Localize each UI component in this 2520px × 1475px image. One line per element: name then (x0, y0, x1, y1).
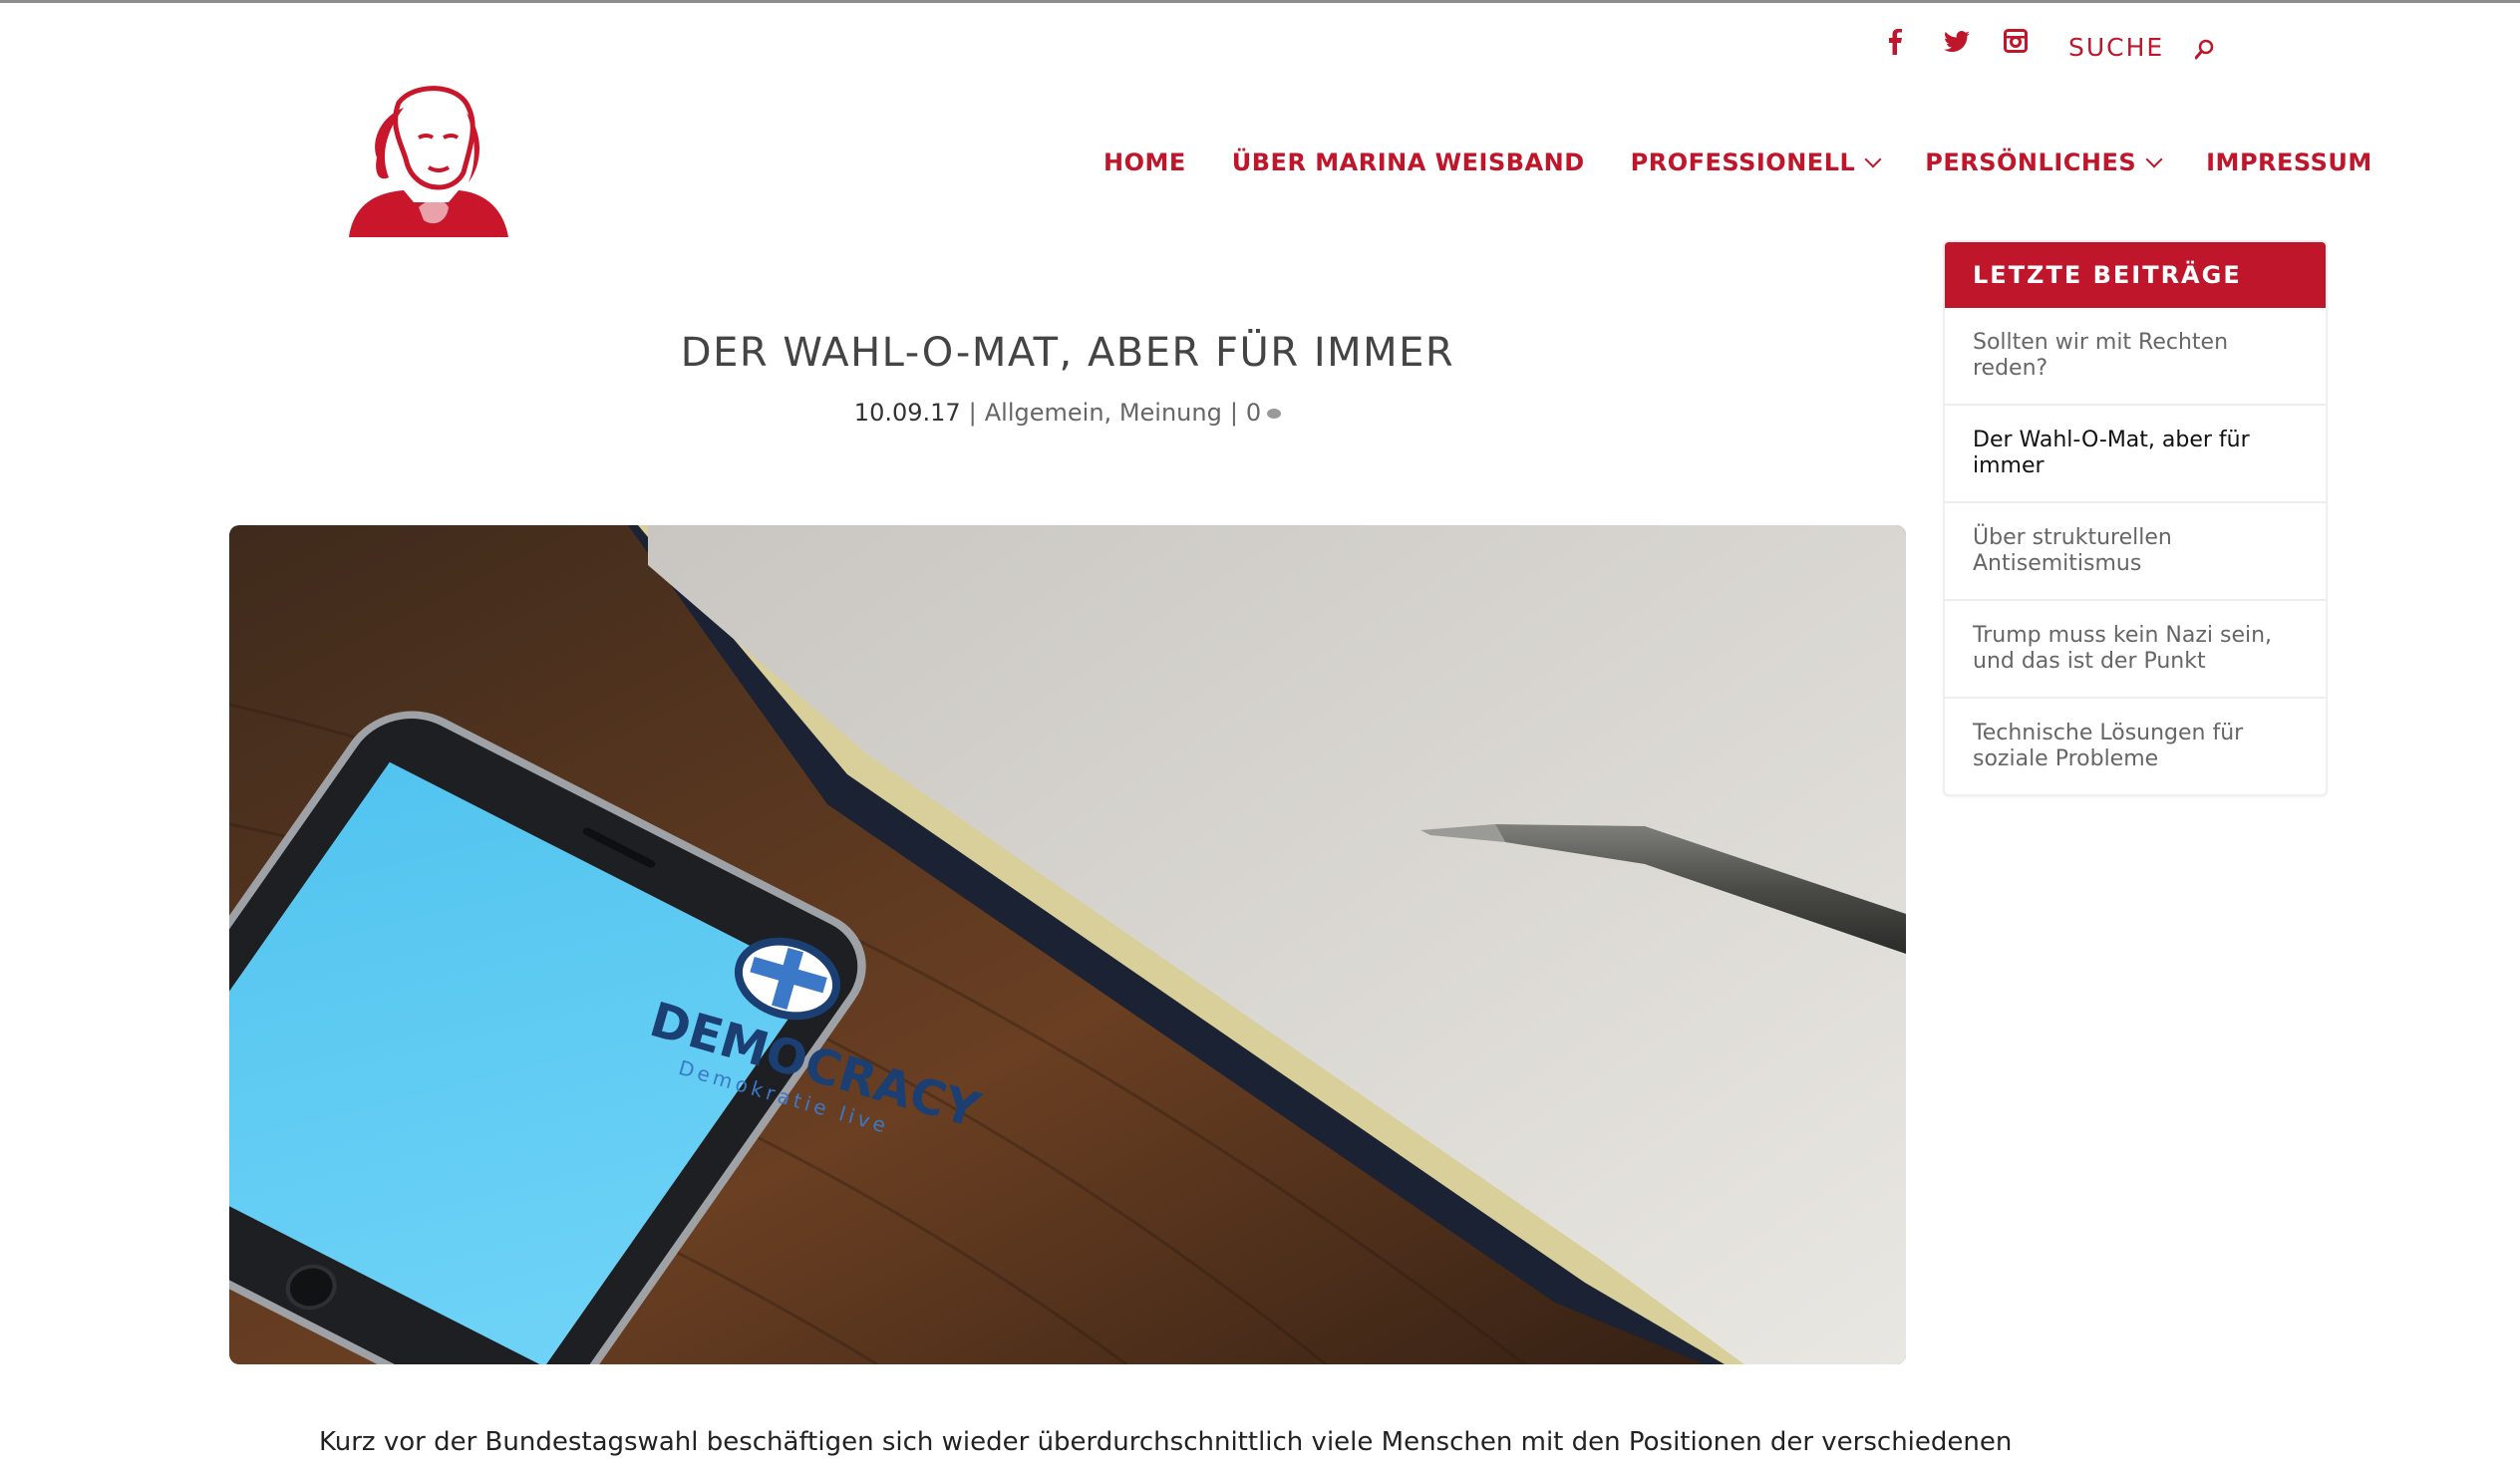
chevron-down-icon (1864, 150, 1882, 168)
comment-bubble-icon (1267, 409, 1282, 419)
twitter-icon[interactable] (1944, 31, 1970, 53)
featured-image: DEMOCRACY Demokratie live (229, 525, 1906, 1364)
search-label[interactable]: SUCHE (2068, 33, 2164, 62)
search-icon[interactable] (2195, 39, 2215, 61)
widget-title: LETZTE BEITRÄGE (1945, 242, 2326, 308)
post-meta: 10.09.17 | Allgemein, Meinung | 0 (229, 399, 1906, 427)
nav-item-ueber[interactable]: ÜBER MARINA WEISBAND (1232, 148, 1585, 176)
nav-label: PERSÖNLICHES (1925, 148, 2137, 176)
recent-post-label: Technische Lösungen für soziale Probleme (1973, 721, 2244, 771)
recent-post-label: Trump muss kein Nazi sein, und das ist d… (1973, 623, 2273, 674)
post-body: Kurz vor der Bundestagswahl beschäftigen… (319, 1422, 2013, 1462)
recent-post-link[interactable]: Der Wahl-O-Mat, aber für immer (1945, 404, 2326, 501)
nav-label: IMPRESSUM (2206, 148, 2372, 176)
instagram-icon[interactable] (2004, 29, 2028, 53)
nav-label: HOME (1103, 148, 1186, 176)
recent-posts-widget: LETZTE BEITRÄGE Sollten wir mit Rechten … (1943, 240, 2328, 796)
recent-posts-list: Sollten wir mit Rechten reden? Der Wahl-… (1945, 308, 2326, 794)
recent-post-link[interactable]: Über strukturellen Antisemitismus (1945, 501, 2326, 599)
post-title: DER WAHL-O-MAT, ABER FÜR IMMER (680, 330, 1455, 376)
recent-post-link[interactable]: Sollten wir mit Rechten reden? (1945, 308, 2326, 404)
facebook-icon[interactable] (1887, 29, 1903, 55)
nav-item-home[interactable]: HOME (1103, 148, 1186, 176)
nav-item-persoenliches[interactable]: PERSÖNLICHES (1925, 148, 2163, 176)
main-nav: HOME ÜBER MARINA WEISBAND PROFESSIONELL … (1103, 148, 2372, 176)
category-link-allgemein[interactable]: Allgemein (985, 399, 1104, 427)
nav-item-professionell[interactable]: PROFESSIONELL (1630, 148, 1882, 176)
recent-post-link[interactable]: Trump muss kein Nazi sein, und das ist d… (1945, 599, 2326, 697)
nav-label: ÜBER MARINA WEISBAND (1231, 148, 1585, 176)
site-logo[interactable] (319, 83, 538, 242)
nav-label: PROFESSIONELL (1630, 148, 1856, 176)
meta-separator: | (1229, 399, 1238, 427)
comments-link[interactable]: 0 (1246, 399, 1261, 427)
meta-comma: , (1103, 399, 1119, 427)
chevron-down-icon (2145, 150, 2163, 168)
category-link-meinung[interactable]: Meinung (1119, 399, 1222, 427)
nav-item-impressum[interactable]: IMPRESSUM (2206, 148, 2372, 176)
recent-post-link[interactable]: Technische Lösungen für soziale Probleme (1945, 697, 2326, 794)
meta-separator: | (968, 399, 977, 427)
recent-post-label: Über strukturellen Antisemitismus (1973, 525, 2172, 576)
post-date: 10.09.17 (853, 399, 961, 427)
recent-post-label: Sollten wir mit Rechten reden? (1973, 330, 2229, 381)
post-paragraph: Kurz vor der Bundestagswahl beschäftigen… (319, 1427, 2013, 1457)
recent-post-label: Der Wahl-O-Mat, aber für immer (1973, 428, 2250, 478)
